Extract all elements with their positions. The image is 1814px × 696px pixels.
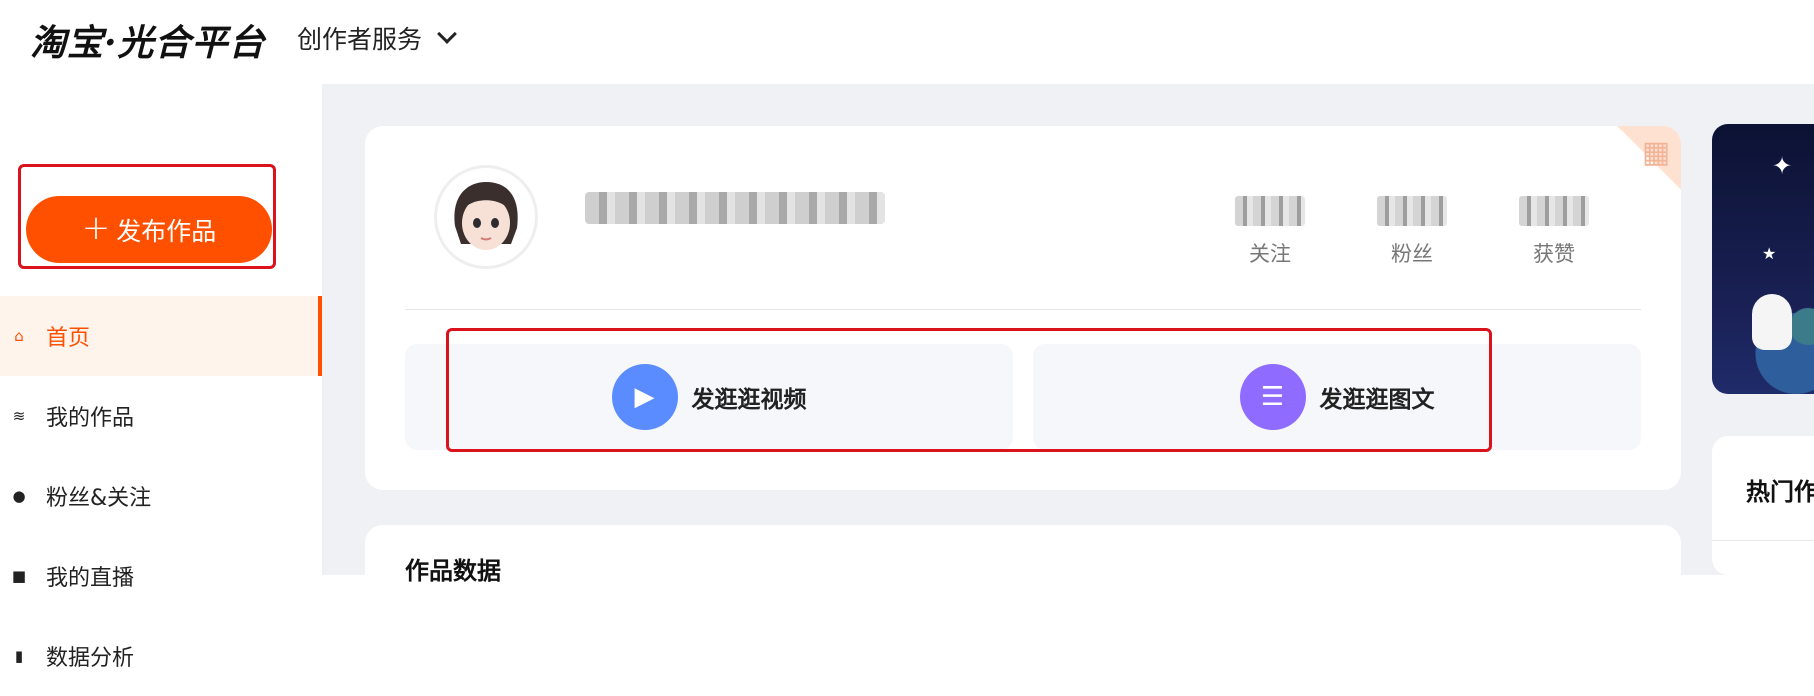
avatar[interactable] bbox=[437, 168, 535, 266]
top-bar: 淘宝·光合平台 创作者服务 bbox=[0, 0, 1814, 84]
video-icon: ▶ bbox=[611, 364, 678, 430]
sidebar-item-label: 我的作品 bbox=[46, 406, 135, 431]
stat-label: 粉丝 bbox=[1391, 242, 1433, 266]
username-blurred bbox=[585, 192, 885, 224]
publish-actions: ▶ 发逛逛视频 ☰ 发逛逛图文 bbox=[405, 344, 1641, 450]
star-icon: ★ bbox=[1762, 244, 1777, 263]
sidebar-item-home[interactable]: ⌂ 首页 bbox=[0, 296, 322, 376]
sidebar-item-label: 数据分析 bbox=[46, 646, 135, 671]
mascot-image bbox=[1752, 294, 1792, 350]
sidebar: + 发布作品 ⌂ 首页 ≋ 我的作品 ● 粉丝&关注 ■ 我的直播 ▮ 数据分析 bbox=[0, 84, 322, 671]
stat-fans[interactable]: 粉丝 bbox=[1377, 196, 1447, 268]
publish-highlight-box: + 发布作品 bbox=[18, 164, 276, 269]
hot-works-card: 热门作 bbox=[1712, 436, 1814, 575]
layers-icon: ≋ bbox=[12, 407, 26, 425]
works-data-card: 作品数据 bbox=[365, 525, 1681, 605]
stat-value-blurred bbox=[1519, 196, 1589, 226]
sidebar-item-label: 首页 bbox=[46, 326, 91, 351]
users-icon: ● bbox=[12, 487, 26, 505]
profile-stats: 关注 粉丝 获赞 bbox=[1235, 196, 1589, 268]
publish-label: 发布作品 bbox=[116, 216, 217, 246]
home-icon: ⌂ bbox=[14, 327, 24, 345]
sidebar-item-fans[interactable]: ● 粉丝&关注 bbox=[0, 456, 322, 536]
sidebar-item-live[interactable]: ■ 我的直播 bbox=[0, 536, 322, 616]
sidebar-item-label: 我的直播 bbox=[46, 566, 135, 591]
logo[interactable]: 淘宝·光合平台 bbox=[30, 14, 266, 66]
main-content: ▦ 关注 粉丝 获赞 ▶ 发逛逛视频 ☰ 发逛逛图文 作品数据 ✦ ★ 热门作 bbox=[322, 84, 1814, 605]
image-text-icon: ☰ bbox=[1239, 364, 1306, 430]
plus-icon: + bbox=[81, 208, 111, 248]
divider bbox=[405, 309, 1641, 310]
publish-video-button[interactable]: ▶ 发逛逛视频 bbox=[405, 344, 1013, 450]
stat-following[interactable]: 关注 bbox=[1235, 196, 1305, 268]
publish-image-text-button[interactable]: ☰ 发逛逛图文 bbox=[1033, 344, 1641, 450]
bar-chart-icon: ▮ bbox=[14, 647, 24, 665]
creator-services-dropdown[interactable]: 创作者服务 bbox=[297, 20, 457, 56]
star-icon: ✦ bbox=[1772, 152, 1793, 180]
stat-value-blurred bbox=[1235, 196, 1305, 226]
profile-card: ▦ 关注 粉丝 获赞 ▶ 发逛逛视频 ☰ 发逛逛图文 bbox=[365, 126, 1681, 490]
stat-likes[interactable]: 获赞 bbox=[1519, 196, 1589, 268]
sidebar-nav: ⌂ 首页 ≋ 我的作品 ● 粉丝&关注 ■ 我的直播 ▮ 数据分析 bbox=[0, 296, 322, 696]
stat-label: 关注 bbox=[1249, 242, 1291, 266]
chevron-down-icon bbox=[437, 24, 457, 44]
publish-video-label: 发逛逛视频 bbox=[691, 387, 807, 413]
sidebar-item-analytics[interactable]: ▮ 数据分析 bbox=[0, 616, 322, 696]
stat-label: 获赞 bbox=[1533, 242, 1575, 266]
qr-code-icon[interactable]: ▦ bbox=[1639, 136, 1673, 170]
divider bbox=[1712, 540, 1814, 541]
hot-works-title: 热门作 bbox=[1746, 478, 1814, 506]
sidebar-item-label: 粉丝&关注 bbox=[46, 486, 152, 511]
video-camera-icon: ■ bbox=[11, 567, 27, 585]
sidebar-item-my-works[interactable]: ≋ 我的作品 bbox=[0, 376, 322, 456]
publish-image-text-label: 发逛逛图文 bbox=[1319, 387, 1435, 413]
creator-services-label: 创作者服务 bbox=[297, 25, 423, 54]
avatar-image bbox=[437, 168, 535, 266]
publish-button[interactable]: + 发布作品 bbox=[26, 196, 272, 263]
stat-value-blurred bbox=[1377, 196, 1447, 226]
works-data-title: 作品数据 bbox=[405, 557, 501, 585]
promo-banner[interactable]: ✦ ★ bbox=[1712, 124, 1814, 394]
